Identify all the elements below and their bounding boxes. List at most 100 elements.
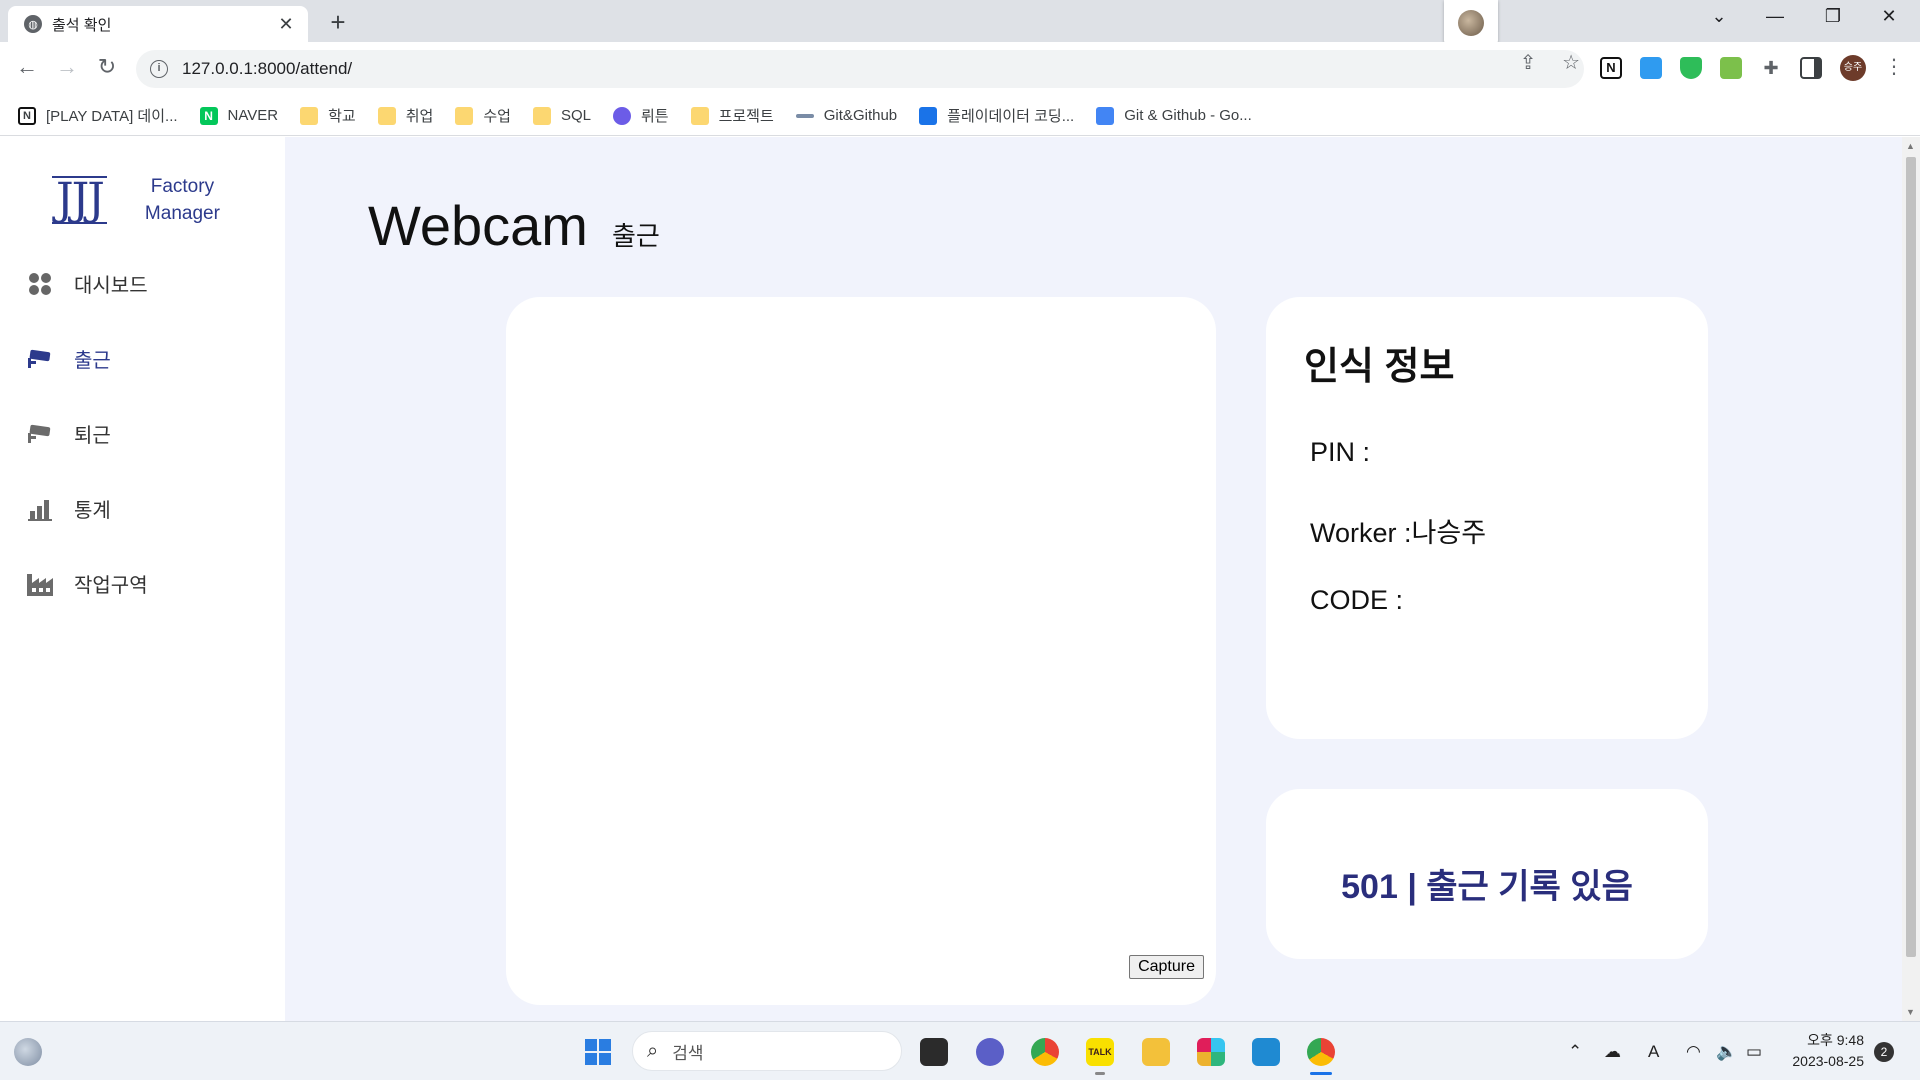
- browser-tab-active[interactable]: ◍ 출석 확인 ✕: [8, 6, 308, 42]
- bookmark-item[interactable]: N NAVER: [199, 106, 278, 125]
- vscode-icon[interactable]: [1252, 1038, 1280, 1066]
- chrome-icon[interactable]: [1031, 1038, 1059, 1066]
- cctv-icon: [26, 345, 54, 373]
- share-icon[interactable]: ⇪: [1520, 52, 1537, 74]
- profile-avatar[interactable]: 승주: [1840, 55, 1866, 81]
- slack-icon[interactable]: [1197, 1038, 1225, 1066]
- weather-widget-icon[interactable]: [14, 1038, 42, 1066]
- tab-close-icon[interactable]: ✕: [276, 14, 296, 35]
- os-taskbar: ⌕ 검색 TALK ⌃ ☁ A ◠ 🔈 ▭ 오후 9:48 2023-08-25…: [0, 1021, 1920, 1080]
- status-message: 501 | 출근 기록 있음: [1341, 867, 1633, 906]
- code-field: CODE :: [1310, 585, 1404, 615]
- app-logo[interactable]: JJJ Factory Manager: [52, 173, 220, 227]
- page-subtitle: 출근: [611, 221, 660, 251]
- tab-title: 출석 확인: [52, 16, 112, 34]
- system-clock[interactable]: 오후 9:48 2023-08-25: [1780, 1030, 1864, 1072]
- volume-icon[interactable]: 🔈: [1716, 1042, 1737, 1062]
- more-menu-icon[interactable]: ⋮: [1884, 54, 1904, 79]
- capture-button[interactable]: Capture: [1129, 955, 1204, 979]
- search-icon: ⌕: [647, 1039, 659, 1062]
- excel-extension-icon[interactable]: [1720, 57, 1742, 79]
- clock-time: 오후 9:48: [1807, 1032, 1864, 1048]
- browser-toolbar: ← → ↻ i 127.0.0.1:8000/attend/ ⇪ ☆ N ✚ 승…: [0, 42, 1920, 96]
- bookmark-item[interactable]: N [PLAY DATA] 데이...: [18, 105, 178, 126]
- link-icon: [795, 113, 814, 118]
- omnibox-actions: ⇪ ☆: [1500, 50, 1580, 75]
- bar-chart-icon: [26, 495, 54, 523]
- bookmark-folder[interactable]: SQL: [532, 106, 591, 125]
- worker-field: Worker :나승주: [1310, 518, 1487, 548]
- scroll-up-icon[interactable]: ▲: [1906, 141, 1915, 151]
- page-title: Webcam 출근: [368, 193, 660, 258]
- task-view-icon[interactable]: [920, 1038, 948, 1066]
- google-docs-icon: [1096, 106, 1115, 125]
- bookmark-folder[interactable]: 수업: [455, 105, 511, 126]
- playdata-icon: [919, 106, 938, 125]
- page-title-text: Webcam: [368, 194, 588, 257]
- kakaotalk-icon[interactable]: TALK: [1086, 1038, 1114, 1066]
- search-placeholder: 검색: [672, 1043, 704, 1063]
- teams-chat-icon[interactable]: [976, 1038, 1004, 1066]
- page-content: JJJ Factory Manager 대시보드 출근 퇴근 통계 작업구역 W…: [0, 137, 1902, 1021]
- battery-icon[interactable]: ▭: [1746, 1042, 1762, 1062]
- calendar-extension-icon[interactable]: [1640, 57, 1662, 79]
- notification-badge[interactable]: 2: [1874, 1042, 1894, 1062]
- extensions-puzzle-icon[interactable]: ✚: [1760, 57, 1782, 79]
- site-info-icon[interactable]: i: [150, 60, 168, 78]
- side-panel-icon[interactable]: [1800, 57, 1822, 79]
- chrome-profile-icon[interactable]: [1307, 1038, 1335, 1066]
- avatar: [1458, 10, 1484, 36]
- sidebar-item-label: 작업구역: [74, 575, 148, 597]
- notion-extension-icon[interactable]: N: [1600, 57, 1622, 79]
- scroll-down-icon[interactable]: ▼: [1906, 1007, 1915, 1017]
- active-indicator: [1310, 1072, 1332, 1075]
- page-scrollbar[interactable]: ▲ ▼: [1902, 137, 1920, 1021]
- bookmark-item[interactable]: Git&Github: [795, 107, 897, 124]
- sidebar-item-checkin[interactable]: 출근: [26, 344, 111, 373]
- folder-icon: [300, 106, 319, 125]
- running-indicator: [1095, 1072, 1105, 1075]
- profile-thumbnail[interactable]: [1444, 0, 1498, 46]
- ime-indicator[interactable]: A: [1648, 1042, 1659, 1062]
- bookmark-folder[interactable]: 학교: [300, 105, 356, 126]
- webcam-panel: Capture: [506, 297, 1216, 1005]
- bookmark-item[interactable]: 플레이데이터 코딩...: [919, 105, 1074, 126]
- windows-start-icon[interactable]: [584, 1038, 612, 1066]
- sidebar-item-work-area[interactable]: 작업구역: [26, 569, 148, 598]
- naver-icon: N: [199, 106, 218, 125]
- factory-icon: [26, 570, 54, 598]
- address-bar[interactable]: i 127.0.0.1:8000/attend/: [136, 50, 1584, 88]
- folder-icon: [690, 106, 709, 125]
- taskbar-search-input[interactable]: ⌕ 검색: [632, 1031, 902, 1071]
- sidebar: JJJ Factory Manager 대시보드 출근 퇴근 통계 작업구역: [0, 137, 285, 1021]
- tray-overflow-icon[interactable]: ⌃: [1568, 1042, 1582, 1062]
- shield-extension-icon[interactable]: [1680, 57, 1702, 79]
- dashboard-icon: [26, 270, 54, 298]
- sidebar-item-dashboard[interactable]: 대시보드: [26, 269, 148, 298]
- forward-icon[interactable]: →: [52, 54, 82, 80]
- file-explorer-icon[interactable]: [1142, 1038, 1170, 1066]
- reload-icon[interactable]: ↻: [92, 54, 122, 80]
- bookmark-folder[interactable]: 취업: [377, 105, 433, 126]
- wifi-icon[interactable]: ◠: [1686, 1042, 1701, 1062]
- folder-icon: [377, 106, 396, 125]
- bookmark-folder[interactable]: 프로젝트: [690, 105, 774, 126]
- sidebar-item-statistics[interactable]: 통계: [26, 494, 111, 523]
- bookmark-star-icon[interactable]: ☆: [1562, 52, 1580, 74]
- onedrive-icon[interactable]: ☁: [1604, 1042, 1621, 1062]
- minimize-icon[interactable]: —: [1752, 6, 1798, 27]
- restore-icon[interactable]: ❐: [1810, 6, 1856, 27]
- bookmark-item[interactable]: 뤼튼: [612, 105, 669, 126]
- new-tab-button[interactable]: +: [324, 8, 352, 36]
- recognition-info-panel: 인식 정보 PIN : Worker :나승주 CODE :: [1266, 297, 1708, 739]
- url-text[interactable]: 127.0.0.1:8000/attend/: [182, 59, 352, 79]
- bookmark-item[interactable]: Git & Github - Go...: [1096, 106, 1252, 125]
- logo-mark: JJJ: [52, 176, 107, 224]
- back-icon[interactable]: ←: [12, 54, 42, 80]
- clock-date: 2023-08-25: [1792, 1053, 1864, 1069]
- tab-search-icon[interactable]: ⌄: [1696, 6, 1742, 27]
- sidebar-item-checkout[interactable]: 퇴근: [26, 419, 111, 448]
- window-close-icon[interactable]: ✕: [1866, 6, 1912, 27]
- scrollbar-thumb[interactable]: [1906, 157, 1916, 957]
- pin-field: PIN :: [1310, 437, 1371, 467]
